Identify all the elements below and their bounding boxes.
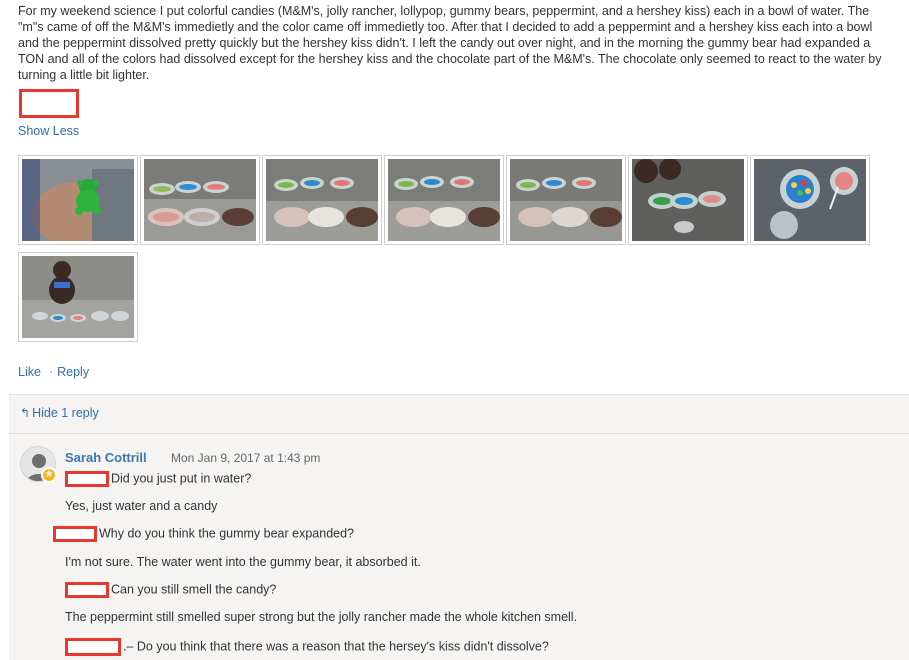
- reply-link[interactable]: Reply: [57, 365, 89, 379]
- comment-line: Yes, just water and a candy: [65, 499, 218, 513]
- redacted-name: [19, 89, 79, 118]
- comment-line: Can you still smell the candy?: [65, 582, 276, 598]
- redacted-name: [65, 582, 109, 598]
- reply-arrow-icon: ↰: [20, 406, 31, 420]
- redacted-name: [65, 638, 121, 656]
- divider: [9, 433, 909, 434]
- teddy-bear-image: [22, 256, 134, 338]
- comment-author[interactable]: Sarah Cottrill: [65, 450, 147, 465]
- photo-thumbnail[interactable]: [628, 155, 748, 245]
- candy-bowls-image: [632, 158, 744, 241]
- comment-line: I'm not sure. The water went into the gu…: [65, 555, 421, 569]
- photo-thumbnail[interactable]: [140, 155, 260, 245]
- like-link[interactable]: Like: [18, 365, 41, 379]
- post-body: For my weekend science I put colorful ca…: [18, 4, 882, 82]
- comment-line: .– Do you think that there was a reason …: [65, 638, 549, 656]
- hide-replies-toggle[interactable]: ↰ Hide 1 reply: [20, 406, 99, 420]
- action-separator: ·: [48, 365, 54, 379]
- candy-bowls-image: [510, 159, 622, 241]
- replies-panel: ↰ Hide 1 reply ★ Sarah Cottrill Mon Jan 9…: [9, 394, 909, 660]
- redacted-name: [53, 526, 97, 542]
- photo-thumbnail[interactable]: [384, 155, 504, 245]
- comment-line: Did you just put in water?: [65, 471, 251, 487]
- candy-bowl-closeup-image: [754, 159, 866, 241]
- photo-thumbnail[interactable]: [18, 252, 138, 342]
- show-less-link[interactable]: Show Less: [18, 124, 79, 138]
- candy-bowls-image: [388, 159, 500, 241]
- candy-bowls-image: [144, 159, 256, 241]
- post-actions: Like · Reply: [18, 365, 89, 379]
- photo-thumbnail[interactable]: [18, 155, 138, 246]
- hide-replies-label: Hide 1 reply: [32, 406, 99, 420]
- candy-bowls-image: [266, 159, 378, 241]
- comment-line: Why do you think the gummy bear expanded…: [53, 526, 354, 542]
- photo-thumbnail[interactable]: [262, 155, 382, 245]
- comment-timestamp: Mon Jan 9, 2017 at 1:43 pm: [171, 451, 321, 465]
- photo-thumbnail[interactable]: [750, 155, 870, 245]
- comment-line: The peppermint still smelled super stron…: [65, 610, 578, 624]
- redacted-name: [65, 471, 109, 487]
- star-badge-icon: ★: [41, 467, 57, 483]
- photo-thumbnail[interactable]: [506, 155, 626, 245]
- gummy-bear-image: [22, 159, 134, 246]
